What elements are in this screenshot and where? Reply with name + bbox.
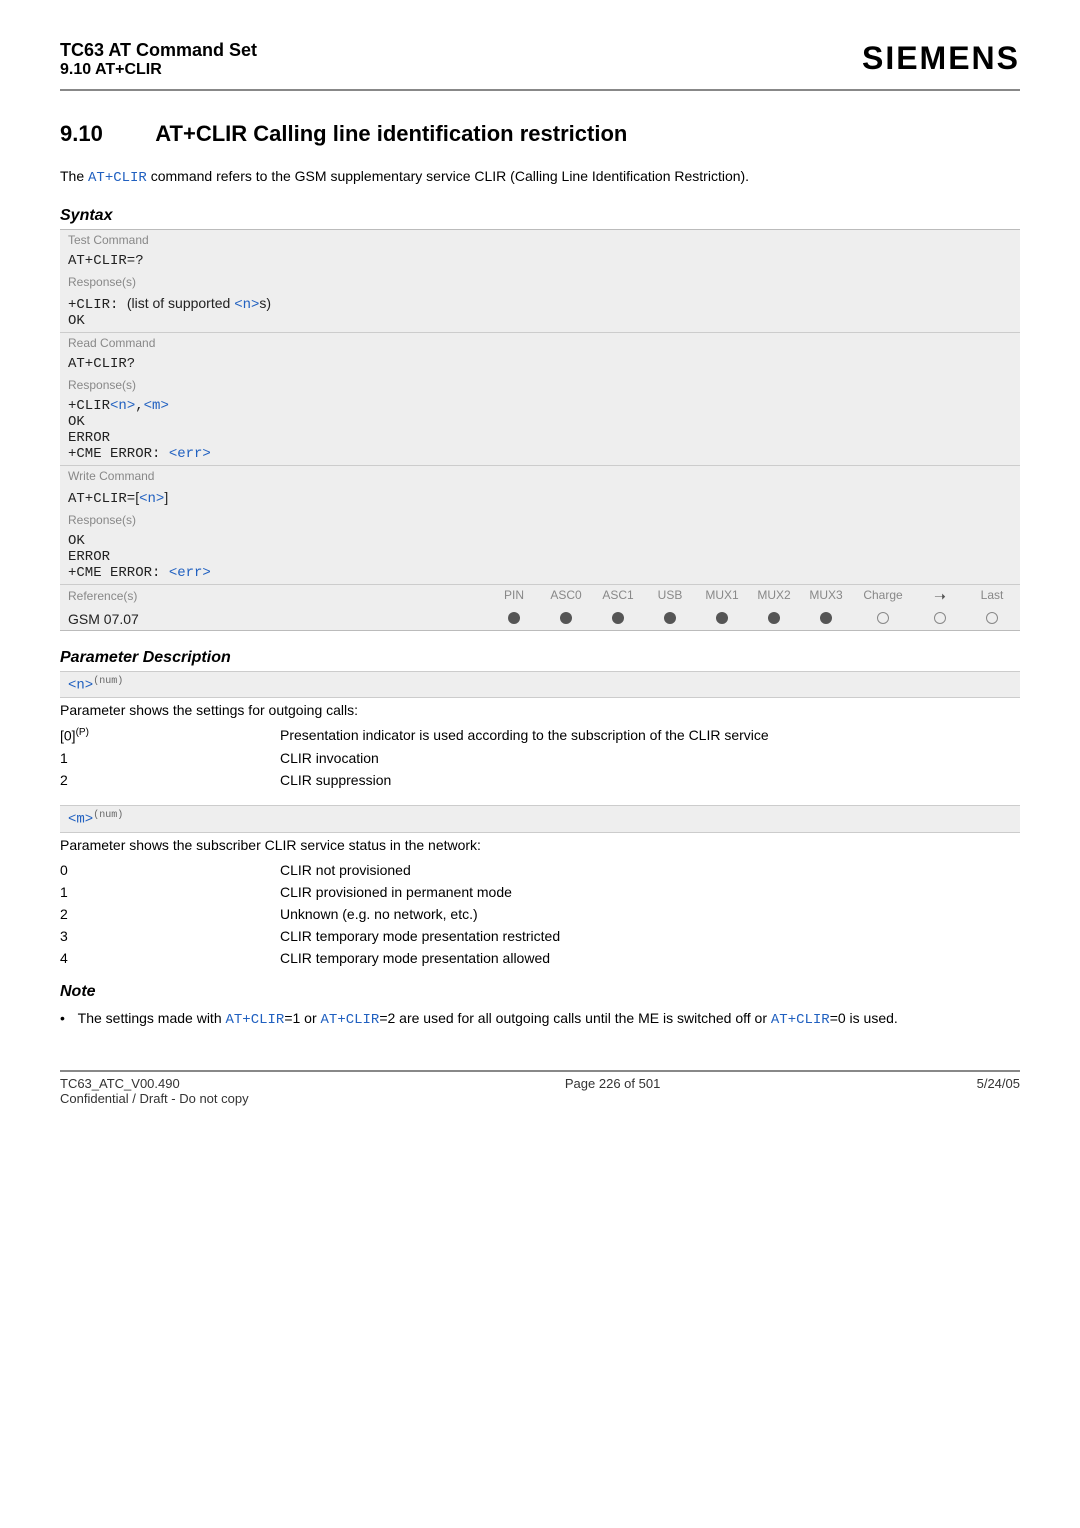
arrow-icon: ➝: [920, 588, 960, 605]
test-response: +CLIR: (list of supported <n>s) OK: [60, 292, 1020, 332]
table-row: 4CLIR temporary mode presentation allowe…: [60, 947, 1020, 969]
link-atclir[interactable]: AT+CLIR: [771, 1012, 830, 1028]
header-divider: [60, 89, 1020, 91]
reference-value-row: GSM 07.07: [60, 608, 1020, 630]
dot-icon: [820, 612, 832, 624]
bullet-icon: •: [60, 1009, 74, 1029]
table-row: 1CLIR provisioned in permanent mode: [60, 881, 1020, 903]
note-heading: Note: [60, 983, 1020, 1001]
page-header: TC63 AT Command Set 9.10 AT+CLIR SIEMENS: [60, 40, 1020, 85]
syntax-heading: Syntax: [60, 207, 1020, 225]
link-atclir[interactable]: AT+CLIR: [88, 170, 147, 186]
intro-text: The AT+CLIR command refers to the GSM su…: [60, 167, 1020, 189]
note-body: • The settings made with AT+CLIR=1 or AT…: [60, 1009, 1020, 1031]
dot-icon: [612, 612, 624, 624]
section-number: 9.10: [60, 121, 150, 147]
support-dots: [494, 611, 1012, 627]
param-n-tag: <n>(num): [60, 671, 1020, 699]
parameter-description-heading: Parameter Description: [60, 649, 1020, 667]
doc-title: TC63 AT Command Set: [60, 40, 257, 61]
footer-left-2: Confidential / Draft - Do not copy: [60, 1091, 249, 1106]
label-write-response: Response(s): [60, 510, 1020, 530]
label-write-command: Write Command: [60, 466, 1020, 486]
footer-left-1: TC63_ATC_V00.490: [60, 1076, 249, 1091]
reference-label: Reference(s): [68, 589, 494, 603]
dot-icon: [508, 612, 520, 624]
param-n-table: [0](P)Presentation indicator is used acc…: [60, 724, 1020, 791]
table-row: 3CLIR temporary mode presentation restri…: [60, 925, 1020, 947]
footer-divider: [60, 1070, 1020, 1072]
link-atclir[interactable]: AT+CLIR: [321, 1012, 380, 1028]
read-command: AT+CLIR?: [60, 353, 1020, 375]
dot-icon: [768, 612, 780, 624]
label-read-response: Response(s): [60, 375, 1020, 395]
dot-open-icon: [877, 612, 889, 624]
table-row: [0](P)Presentation indicator is used acc…: [60, 724, 1020, 747]
reference-header-row: Reference(s) PIN ASC0 ASC1 USB MUX1 MUX2…: [60, 584, 1020, 608]
param-m-table: 0CLIR not provisioned 1CLIR provisioned …: [60, 859, 1020, 969]
page-footer: TC63_ATC_V00.490 Confidential / Draft - …: [60, 1070, 1020, 1106]
table-row: 1CLIR invocation: [60, 747, 1020, 769]
syntax-block: Test Command AT+CLIR=? Response(s) +CLIR…: [60, 229, 1020, 631]
link-atclir[interactable]: AT+CLIR: [226, 1012, 285, 1028]
dot-open-icon: [986, 612, 998, 624]
write-command: AT+CLIR=[<n>]: [60, 486, 1020, 510]
label-test-command: Test Command: [60, 230, 1020, 250]
brand-logo: SIEMENS: [862, 40, 1020, 77]
label-test-response: Response(s): [60, 272, 1020, 292]
table-row: 2Unknown (e.g. no network, etc.): [60, 903, 1020, 925]
section-title: AT+CLIR Calling line identification rest…: [155, 121, 627, 146]
param-n-desc: Parameter shows the settings for outgoin…: [60, 702, 1020, 718]
reference-value: GSM 07.07: [68, 611, 494, 627]
test-command: AT+CLIR=?: [60, 250, 1020, 272]
dot-icon: [664, 612, 676, 624]
dot-icon: [560, 612, 572, 624]
footer-right: 5/24/05: [977, 1076, 1020, 1106]
table-row: 2CLIR suppression: [60, 769, 1020, 791]
read-response: +CLIR<n>,<m> OK ERROR +CME ERROR: <err>: [60, 395, 1020, 465]
footer-center: Page 226 of 501: [565, 1076, 660, 1106]
param-m-desc: Parameter shows the subscriber CLIR serv…: [60, 837, 1020, 853]
dot-icon: [716, 612, 728, 624]
param-m-tag: <m>(num): [60, 805, 1020, 833]
label-read-command: Read Command: [60, 333, 1020, 353]
table-row: 0CLIR not provisioned: [60, 859, 1020, 881]
doc-subtitle: 9.10 AT+CLIR: [60, 61, 257, 79]
dot-open-icon: [934, 612, 946, 624]
write-response: OK ERROR +CME ERROR: <err>: [60, 530, 1020, 584]
reference-columns: PIN ASC0 ASC1 USB MUX1 MUX2 MUX3 Charge …: [494, 588, 1012, 605]
section-heading: 9.10 AT+CLIR Calling line identification…: [60, 121, 1020, 147]
